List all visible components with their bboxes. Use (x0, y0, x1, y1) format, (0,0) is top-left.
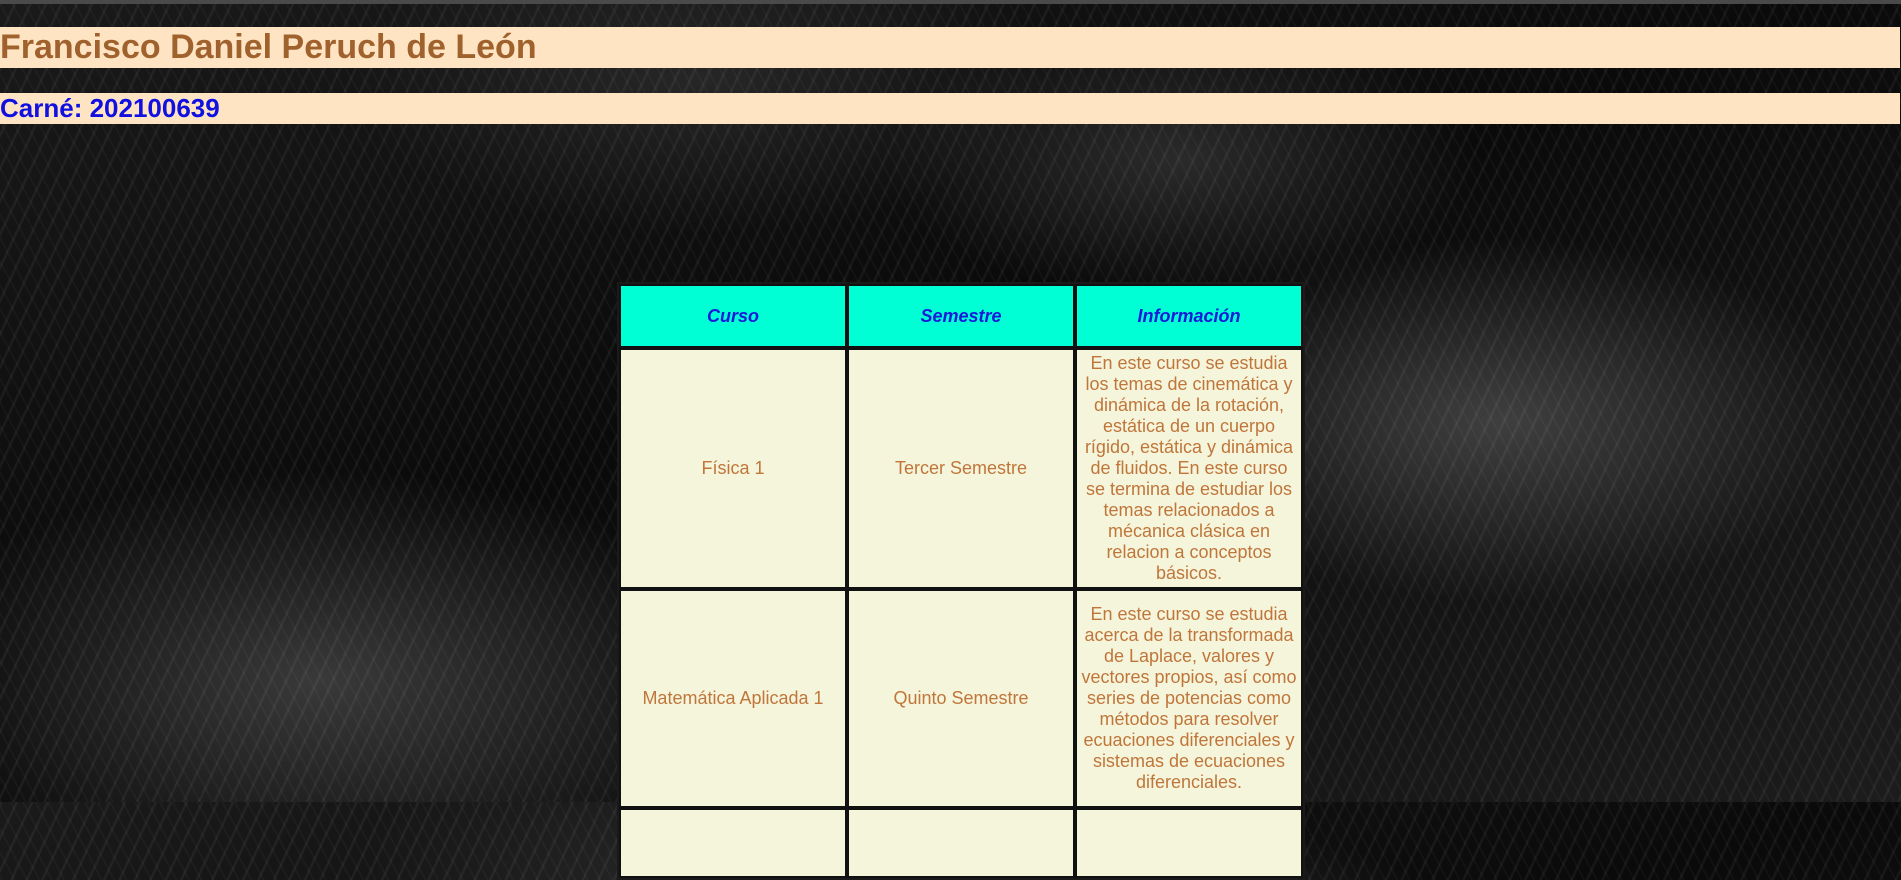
cell-curso: Matemática Aplicada 1 (619, 589, 847, 808)
column-header-curso: Curso (619, 284, 847, 348)
top-border (0, 0, 1901, 4)
cell-semestre: Quinto Semestre (847, 589, 1075, 808)
table-header-row: Curso Semestre Información (619, 284, 1303, 348)
table-row (619, 808, 1303, 878)
cell-semestre (847, 808, 1075, 878)
table-row: Física 1 Tercer Semestre En este curso s… (619, 348, 1303, 589)
cell-curso (619, 808, 847, 878)
cell-informacion (1075, 808, 1303, 878)
page-title: Francisco Daniel Peruch de León (0, 28, 537, 66)
cell-informacion: En este curso se estudia acerca de la tr… (1075, 589, 1303, 808)
column-header-informacion: Información (1075, 284, 1303, 348)
cell-curso: Física 1 (619, 348, 847, 589)
name-banner: Francisco Daniel Peruch de León (0, 27, 1900, 68)
table-row: Matemática Aplicada 1 Quinto Semestre En… (619, 589, 1303, 808)
cell-semestre: Tercer Semestre (847, 348, 1075, 589)
courses-table: Curso Semestre Información Física 1 Terc… (617, 282, 1305, 880)
cell-informacion: En este curso se estudia los temas de ci… (1075, 348, 1303, 589)
carne-banner: Carné: 202100639 (0, 93, 1900, 124)
student-id: Carné: 202100639 (0, 93, 220, 123)
column-header-semestre: Semestre (847, 284, 1075, 348)
